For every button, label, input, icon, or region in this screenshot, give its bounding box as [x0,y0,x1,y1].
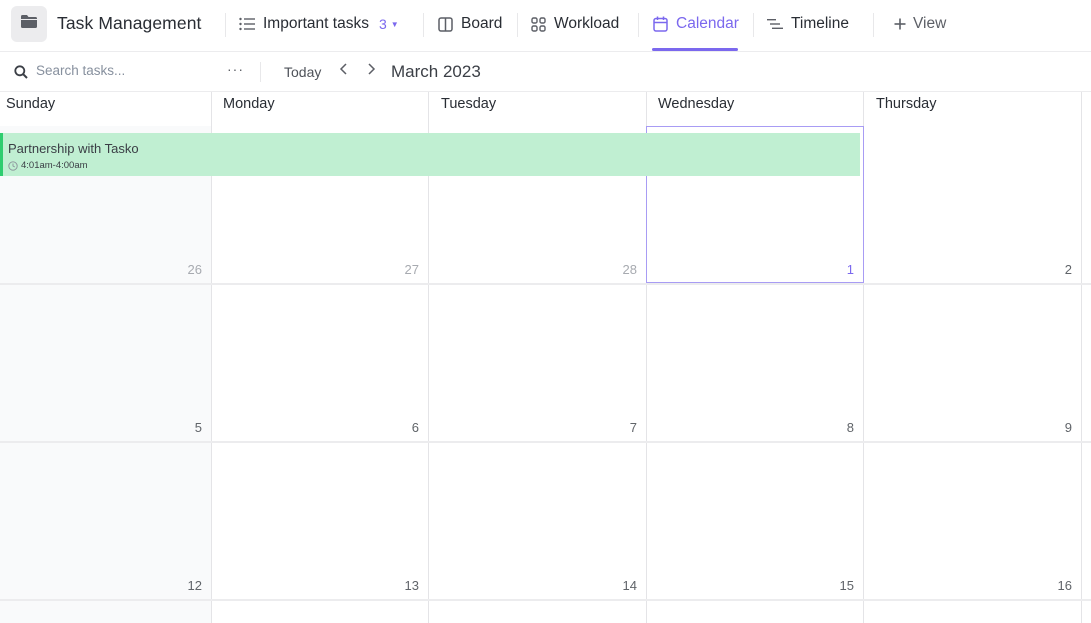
plus-icon [891,15,909,33]
board-icon [436,15,454,33]
day-number: 8 [846,420,854,435]
search-input[interactable] [36,63,206,78]
weekday-header: Tuesday [441,96,497,112]
column-divider [1081,92,1082,623]
calendar-icon [651,15,669,33]
day-cell[interactable]: 2 [863,126,1081,283]
divider [753,13,754,37]
day-cell[interactable]: 5 [0,285,211,441]
page-title: Task Management [57,13,202,33]
row-divider [0,599,1091,601]
tab-board[interactable]: Board [436,12,502,36]
event-time: 4:01am-4:00am [8,160,88,171]
day-cell[interactable]: 9 [863,285,1081,441]
task-count-badge: 3 [378,16,387,32]
day-cell[interactable]: 7 [428,285,646,441]
day-cell[interactable]: 14 [428,443,646,599]
divider [873,13,874,37]
day-number: 15 [839,578,854,593]
more-options-button[interactable]: ··· [227,61,244,77]
tab-label: Calendar [676,15,739,32]
space-button[interactable] [11,6,47,42]
day-number: 13 [404,578,419,593]
clock-icon [8,160,18,171]
day-cell[interactable]: 6 [211,285,428,441]
add-view-label: View [913,15,947,32]
divider [423,13,424,37]
day-number: 16 [1057,578,1072,593]
tab-label: Board [461,15,503,32]
prev-month-button[interactable] [339,62,348,80]
workload-icon [529,15,547,33]
tab-timeline[interactable]: Timeline [766,12,849,36]
day-number: 26 [187,262,202,277]
day-number: 27 [404,262,419,277]
timeline-icon [766,15,784,33]
event-title: Partnership with Tasko [8,141,139,156]
weekday-header: Sunday [6,96,56,112]
day-number: 5 [194,420,202,435]
calendar-event[interactable]: Partnership with Tasko 4:01am-4:00am [0,133,860,176]
day-number: 12 [187,578,202,593]
calendar-toolbar: ··· Today March 2023 [0,52,1091,92]
day-cell[interactable]: 13 [211,443,428,599]
current-month-label: March 2023 [391,62,481,81]
day-cell[interactable]: 8 [646,285,863,441]
weekday-header: Wednesday [658,96,735,112]
search-icon [14,65,28,84]
day-number: 28 [622,262,637,277]
tab-calendar[interactable]: Calendar [651,12,739,36]
add-view-button[interactable]: View [891,12,946,36]
today-button[interactable]: Today [284,64,321,80]
calendar-grid: Sunday Monday Tuesday Wednesday Thursday… [0,92,1091,623]
chevron-right-icon [368,63,376,75]
tab-workload[interactable]: Workload [529,12,619,36]
event-time-label: 4:01am-4:00am [21,160,88,171]
folder-icon [21,15,37,33]
day-number: 14 [622,578,637,593]
divider [225,13,226,37]
chevron-left-icon [339,63,347,75]
weekday-header: Monday [223,96,275,112]
day-number: 7 [629,420,637,435]
day-cell[interactable]: 12 [0,443,211,599]
caret-down-icon[interactable]: ▼ [391,20,399,29]
divider [638,13,639,37]
view-header: Task Management Important tasks 3 ▼ Boar… [0,0,1091,52]
divider [517,13,518,37]
day-number: 6 [411,420,419,435]
next-month-button[interactable] [367,62,376,80]
day-number: 9 [1064,420,1072,435]
tab-important-tasks[interactable]: Important tasks 3 ▼ [238,12,399,36]
active-tab-indicator [652,48,738,51]
day-number: 2 [1064,262,1072,277]
tab-label: Important tasks [263,15,369,32]
day-cell[interactable]: 16 [863,443,1081,599]
list-icon [238,15,256,33]
day-cell[interactable]: 15 [646,443,863,599]
tab-label: Timeline [791,15,849,32]
divider [260,62,261,82]
weekday-header: Thursday [876,96,937,112]
tab-label: Workload [554,15,620,32]
